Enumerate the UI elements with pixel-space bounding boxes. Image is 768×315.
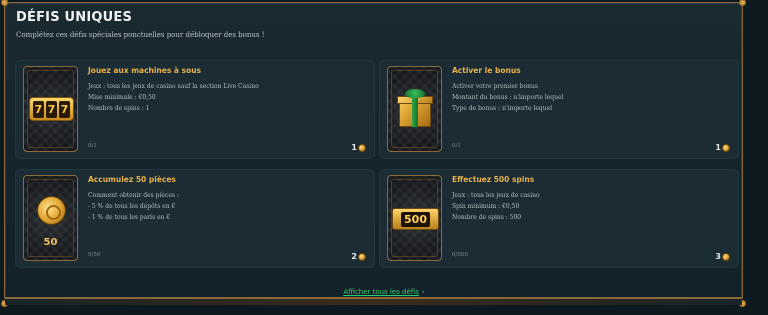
- panel-bottom-border: [5, 297, 742, 305]
- show-all-label[interactable]: Afficher tous les défis: [343, 288, 419, 296]
- challenge-reward: 1: [715, 143, 730, 152]
- challenge-title: Activer le bonus: [452, 66, 521, 75]
- challenge-reward: 1: [351, 143, 366, 152]
- challenge-title: Accumulez 50 pièces: [88, 175, 176, 184]
- page-subtitle: Complétez ces défis spéciales ponctuelle…: [16, 31, 265, 39]
- reward-amount: 1: [351, 143, 357, 152]
- slot-machine-777-icon: 7 7 7: [29, 97, 74, 121]
- gift-box-icon: [397, 89, 433, 129]
- page-title: DÉFIS UNIQUES: [16, 10, 133, 25]
- challenge-thumbnail: 500: [387, 175, 442, 261]
- corner-ornament: [739, 0, 746, 6]
- description-line: Jeux : tous les jeux de casino: [452, 192, 540, 199]
- description-line: Montant du bonus : n'importe lequel: [452, 94, 564, 101]
- challenge-description: Activer votre premier bonus Montant du b…: [452, 81, 722, 114]
- challenge-description: Jeux : tous les jeux de casino sauf la s…: [88, 81, 358, 114]
- description-line: - 5 % de tous les dépôts en €: [88, 203, 176, 210]
- reward-amount: 1: [715, 143, 721, 152]
- description-line: Jeux : tous les jeux de casino sauf la s…: [88, 83, 259, 90]
- coin-icon: [722, 143, 730, 152]
- challenge-title: Jouez aux machines à sous: [88, 66, 202, 75]
- chevron-right-icon: ›: [421, 288, 425, 296]
- challenge-progress: 0/1: [452, 143, 461, 149]
- slot-digit: 7: [33, 100, 44, 118]
- slot-digit: 7: [59, 100, 70, 118]
- challenge-description: Jeux : tous les jeux de casino Spin mini…: [452, 190, 722, 223]
- challenge-progress: 0/500: [452, 252, 468, 258]
- show-all-challenges-link[interactable]: Afficher tous les défis ›: [0, 288, 768, 296]
- challenge-card-bonus[interactable]: Activer le bonus Activer votre premier b…: [379, 60, 739, 159]
- challenge-description: Comment obtenir des pièces : - 5 % de to…: [88, 190, 358, 223]
- challenge-card-slots[interactable]: 7 7 7 Jouez aux machines à sous Jeux : t…: [15, 60, 375, 159]
- 500-sign-icon: 500: [392, 208, 439, 230]
- description-line: - 1 % de tous les paris en €: [88, 214, 171, 221]
- description-line: Nombre de spins : 1: [88, 105, 150, 112]
- coin-medal-icon: [37, 196, 66, 225]
- thumbnail-label: 500: [401, 211, 430, 227]
- challenge-reward: 2: [351, 252, 366, 261]
- corner-ornament: [1, 0, 8, 6]
- coin-icon: [358, 252, 366, 261]
- challenge-thumbnail: 7 7 7: [23, 66, 78, 152]
- coin-icon: [722, 252, 730, 261]
- challenge-thumbnail: [387, 66, 442, 152]
- challenge-card-coins[interactable]: 50 Accumulez 50 pièces Comment obtenir d…: [15, 169, 375, 268]
- coin-icon: [358, 143, 366, 152]
- thumbnail-label: 50: [43, 237, 58, 248]
- challenge-card-spins[interactable]: 500 Effectuez 500 spins Jeux : tous les …: [379, 169, 739, 268]
- challenge-reward: 3: [715, 252, 730, 261]
- description-line: Spin minimum : €0,50: [452, 203, 520, 210]
- challenge-progress: 0/1: [88, 143, 97, 149]
- slot-digit: 7: [46, 100, 57, 118]
- description-line: Mise minimale : €0,50: [88, 94, 156, 101]
- challenge-title: Effectuez 500 spins: [452, 175, 535, 184]
- reward-amount: 3: [715, 252, 721, 261]
- description-line: Type de bonus : n'importe lequel: [452, 105, 553, 112]
- challenge-thumbnail: 50: [23, 175, 78, 261]
- description-line: Activer votre premier bonus: [452, 83, 538, 90]
- description-line: Comment obtenir des pièces :: [88, 192, 179, 199]
- description-line: Nombre de spins : 500: [452, 214, 522, 221]
- challenge-progress: 0/50: [88, 252, 101, 258]
- reward-amount: 2: [351, 252, 357, 261]
